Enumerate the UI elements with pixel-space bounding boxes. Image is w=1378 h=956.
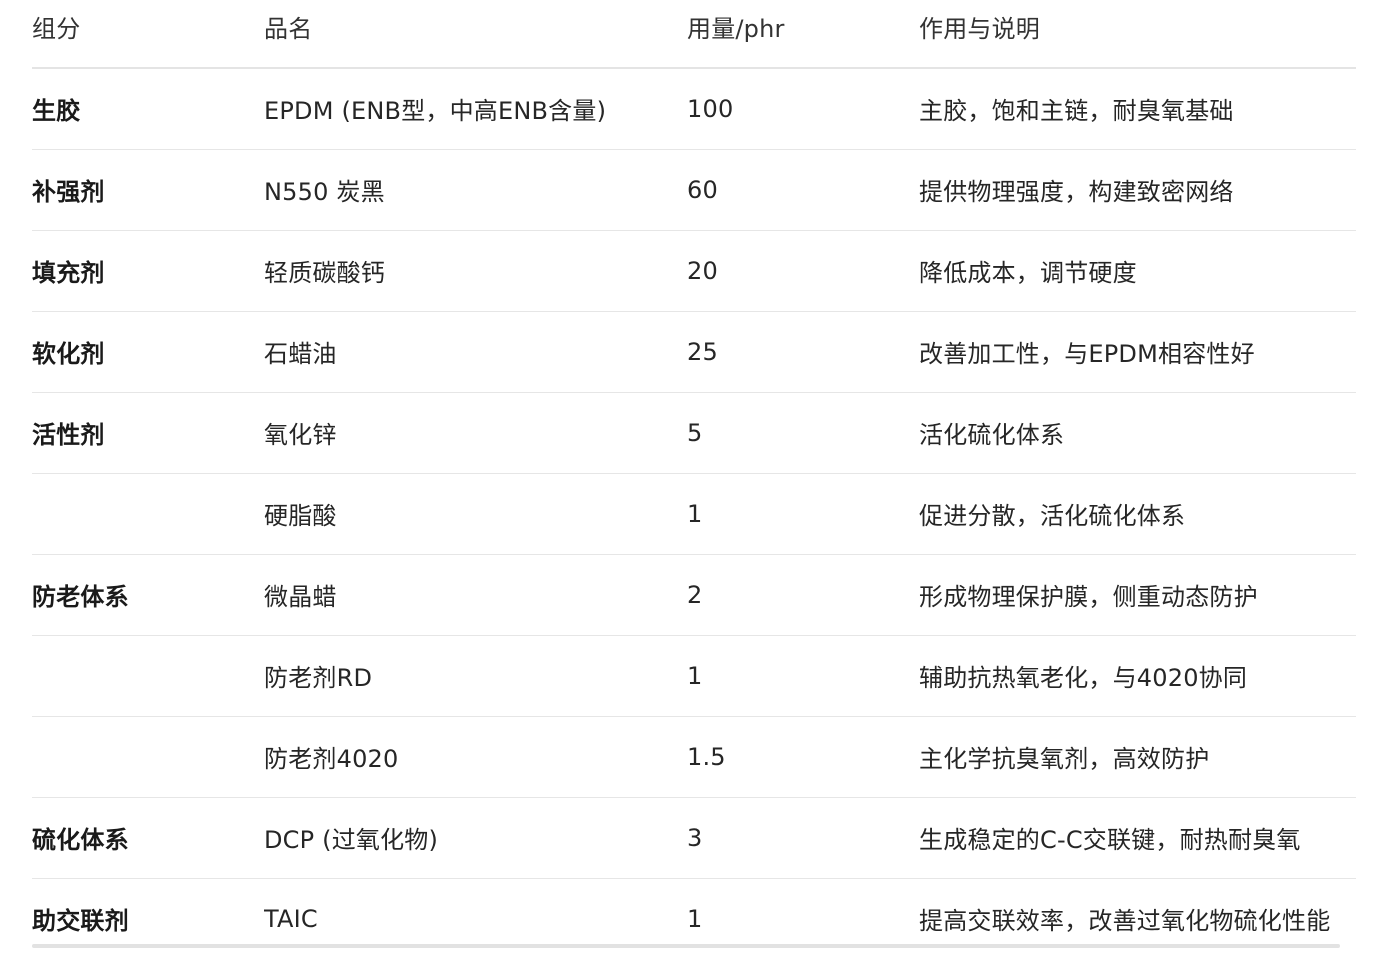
cell-note: 活化硫化体系	[919, 392, 1356, 474]
header-row: 组分 品名 用量/phr 作用与说明	[32, 0, 1356, 69]
header-component: 组分	[32, 0, 264, 69]
header-amount: 用量/phr	[687, 0, 919, 69]
cell-component: 生胶	[32, 68, 264, 150]
cell-name: EPDM (ENB型，中高ENB含量)	[264, 68, 687, 150]
cell-note: 生成稳定的C-C交联键，耐热耐臭氧	[919, 797, 1356, 879]
table-row: 填充剂 轻质碳酸钙 20 降低成本，调节硬度	[32, 230, 1356, 312]
cell-note: 主化学抗臭氧剂，高效防护	[919, 716, 1356, 798]
cell-name: 轻质碳酸钙	[264, 230, 687, 312]
table-row: 活性剂 氧化锌 5 活化硫化体系	[32, 392, 1356, 474]
table-row: 补强剂 N550 炭黑 60 提供物理强度，构建致密网络	[32, 149, 1356, 231]
cell-note: 形成物理保护膜，侧重动态防护	[919, 554, 1356, 636]
cell-amount: 1	[687, 635, 919, 717]
table-row: 防老体系 微晶蜡 2 形成物理保护膜，侧重动态防护	[32, 554, 1356, 636]
cell-amount: 5	[687, 392, 919, 474]
table-body: 生胶 EPDM (ENB型，中高ENB含量) 100 主胶，饱和主链，耐臭氧基础…	[32, 68, 1356, 956]
cell-note: 提供物理强度，构建致密网络	[919, 149, 1356, 231]
cell-note: 降低成本，调节硬度	[919, 230, 1356, 312]
cell-name: DCP (过氧化物)	[264, 797, 687, 879]
cell-name: N550 炭黑	[264, 149, 687, 231]
table-row: 防老剂RD 1 辅助抗热氧老化，与4020协同	[32, 635, 1356, 717]
cell-note: 促进分散，活化硫化体系	[919, 473, 1356, 555]
cell-name: 氧化锌	[264, 392, 687, 474]
cell-amount: 3	[687, 797, 919, 879]
cell-component	[32, 716, 264, 798]
cell-name: 硬脂酸	[264, 473, 687, 555]
formula-table: 组分 品名 用量/phr 作用与说明 生胶 EPDM (ENB型，中高ENB含量…	[32, 0, 1356, 956]
formula-table-container: 组分 品名 用量/phr 作用与说明 生胶 EPDM (ENB型，中高ENB含量…	[32, 0, 1356, 956]
table-row: 生胶 EPDM (ENB型，中高ENB含量) 100 主胶，饱和主链，耐臭氧基础	[32, 68, 1356, 150]
table-row: 硫化体系 DCP (过氧化物) 3 生成稳定的C-C交联键，耐热耐臭氧	[32, 797, 1356, 879]
cell-amount: 60	[687, 149, 919, 231]
cell-component: 补强剂	[32, 149, 264, 231]
header-note: 作用与说明	[919, 0, 1356, 69]
horizontal-scrollbar[interactable]	[32, 944, 1340, 948]
table-row: 防老剂4020 1.5 主化学抗臭氧剂，高效防护	[32, 716, 1356, 798]
cell-name: 防老剂4020	[264, 716, 687, 798]
cell-amount: 25	[687, 311, 919, 393]
table-row: 硬脂酸 1 促进分散，活化硫化体系	[32, 473, 1356, 555]
cell-amount: 2	[687, 554, 919, 636]
header-name: 品名	[264, 0, 687, 69]
cell-amount: 100	[687, 68, 919, 150]
cell-name: 石蜡油	[264, 311, 687, 393]
cell-component: 防老体系	[32, 554, 264, 636]
cell-amount: 1	[687, 473, 919, 555]
cell-component: 软化剂	[32, 311, 264, 393]
cell-amount: 1.5	[687, 716, 919, 798]
cell-component: 活性剂	[32, 392, 264, 474]
cell-note: 主胶，饱和主链，耐臭氧基础	[919, 68, 1356, 150]
cell-component	[32, 635, 264, 717]
table-row: 软化剂 石蜡油 25 改善加工性，与EPDM相容性好	[32, 311, 1356, 393]
cell-note: 辅助抗热氧老化，与4020协同	[919, 635, 1356, 717]
cell-amount: 20	[687, 230, 919, 312]
table-header: 组分 品名 用量/phr 作用与说明	[32, 0, 1356, 69]
cell-name: 防老剂RD	[264, 635, 687, 717]
cell-component: 硫化体系	[32, 797, 264, 879]
cell-component	[32, 473, 264, 555]
cell-note: 改善加工性，与EPDM相容性好	[919, 311, 1356, 393]
cell-name: 微晶蜡	[264, 554, 687, 636]
cell-component: 填充剂	[32, 230, 264, 312]
